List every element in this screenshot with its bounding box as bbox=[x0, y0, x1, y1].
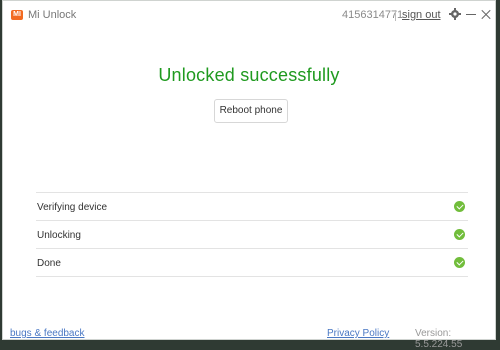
step-label: Unlocking bbox=[37, 230, 81, 241]
app-title: Mi Unlock bbox=[28, 9, 77, 21]
step-label: Verifying device bbox=[37, 202, 108, 213]
check-circle-icon bbox=[454, 201, 465, 212]
title-bar: MI Mi Unlock 4156314771 sign out bbox=[3, 1, 495, 29]
check-circle-icon bbox=[454, 229, 465, 240]
bugs-feedback-link[interactable]: bugs & feedback bbox=[10, 328, 85, 339]
minimize-icon[interactable] bbox=[464, 7, 478, 21]
status-title: Unlocked successfully bbox=[158, 65, 340, 85]
check-circle-icon bbox=[454, 257, 465, 268]
step-verifying-device: Verifying device bbox=[36, 193, 468, 221]
progress-steps: Verifying device Unlocking Done bbox=[36, 192, 468, 277]
account-id: 4156314771 bbox=[342, 9, 404, 21]
reboot-phone-button[interactable]: Reboot phone bbox=[214, 99, 288, 123]
version-label: Version: 5.5.224.55 bbox=[415, 328, 463, 350]
mi-unlock-window: MI Mi Unlock 4156314771 sign out Unlocke… bbox=[2, 0, 496, 350]
gear-icon[interactable] bbox=[448, 7, 462, 21]
privacy-policy-link[interactable]: Privacy Policy bbox=[327, 328, 389, 339]
divider bbox=[395, 10, 396, 21]
step-label: Done bbox=[37, 258, 61, 269]
mi-logo-icon: MI bbox=[11, 10, 23, 20]
step-unlocking: Unlocking bbox=[36, 221, 468, 249]
close-icon[interactable] bbox=[479, 7, 493, 21]
step-done: Done bbox=[36, 249, 468, 277]
sign-out-link[interactable]: sign out bbox=[402, 9, 441, 21]
